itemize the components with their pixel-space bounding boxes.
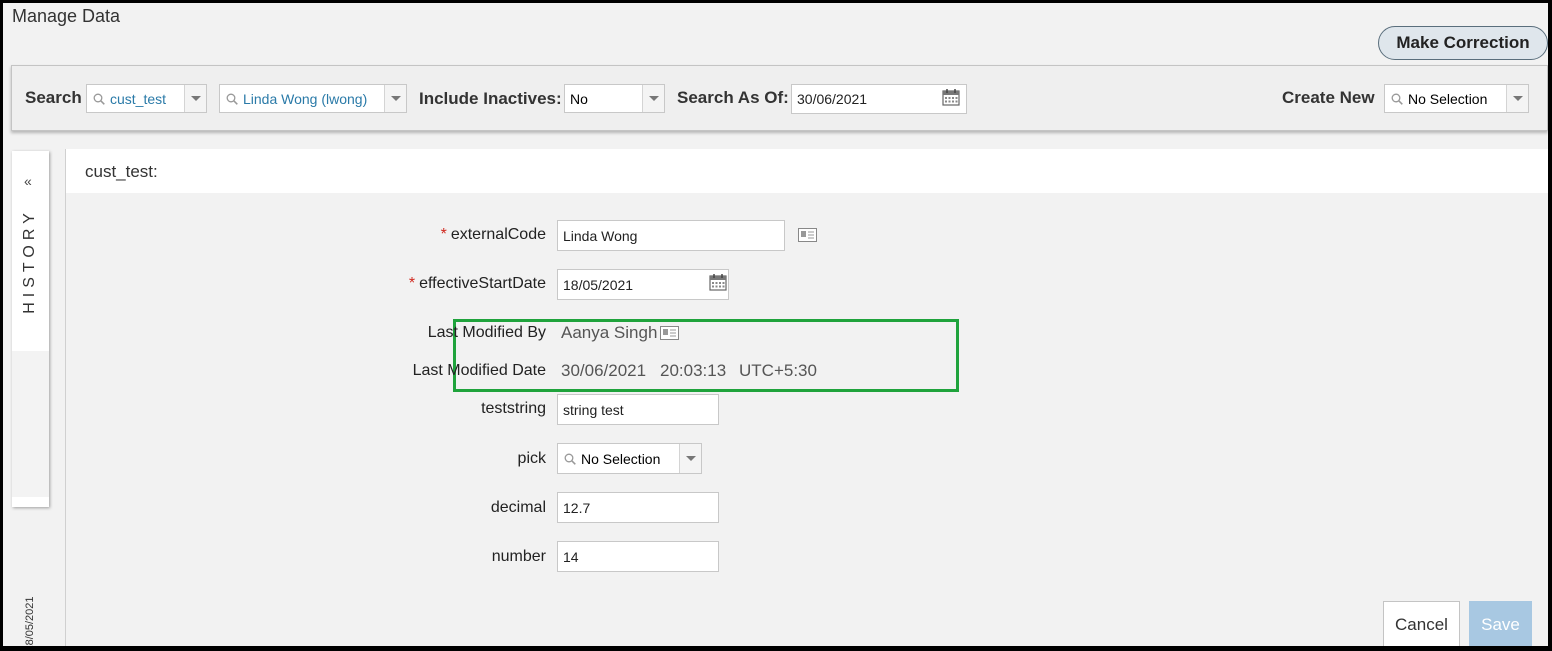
record-search-value: Linda Wong (lwong): [243, 90, 368, 107]
external-code-label: * externalCode: [246, 226, 546, 244]
history-label: HISTORY: [21, 208, 38, 314]
pick-select[interactable]: No Selection: [557, 443, 702, 474]
create-new-select[interactable]: No Selection: [1384, 84, 1529, 113]
object-title: cust_test:: [85, 162, 158, 181]
history-panel: « HISTORY 18/05/2021: [12, 151, 49, 646]
external-code-value: Linda Wong: [563, 227, 638, 244]
last-modified-date-timezone: UTC+5:30: [739, 361, 817, 380]
search-as-of-date-input[interactable]: 30/06/2021: [791, 84, 967, 114]
last-modified-date-date: 30/06/2021: [561, 361, 647, 380]
chevron-down-icon[interactable]: [679, 444, 701, 473]
effective-start-date-value: 18/05/2021: [563, 276, 634, 293]
search-icon: [226, 93, 238, 105]
number-label: number: [491, 548, 546, 565]
chevron-down-icon[interactable]: [184, 85, 206, 112]
effective-start-date-input[interactable]: 18/05/2021: [557, 269, 729, 300]
save-button[interactable]: Save: [1469, 601, 1532, 646]
record-header: cust_test:: [66, 149, 1548, 193]
last-modified-by-label: Last Modified By: [427, 324, 546, 341]
search-icon: [93, 93, 105, 105]
decimal-input[interactable]: 12.7: [557, 492, 719, 523]
object-search-combo[interactable]: cust_test: [86, 84, 207, 113]
effective-start-date-label-text: effectiveStartDate: [419, 275, 546, 292]
search-icon: [1391, 93, 1403, 105]
teststring-input[interactable]: string test: [557, 394, 719, 425]
history-entry-date: 18/05/2021: [24, 596, 36, 646]
create-new-label: Create New: [1282, 88, 1375, 107]
external-code-input[interactable]: Linda Wong: [557, 220, 785, 251]
search-as-of-label: Search As Of:: [677, 88, 789, 107]
record-detail: cust_test: * externalCode Linda Wong * eff…: [65, 149, 1548, 646]
last-modified-date-label: Last Modified Date: [412, 362, 546, 379]
business-card-icon[interactable]: [798, 228, 817, 242]
required-marker: *: [408, 275, 416, 292]
search-as-of-date-value: 30/06/2021: [797, 91, 868, 107]
decimal-label: decimal: [490, 499, 546, 516]
page-title: Manage Data: [12, 6, 121, 26]
search-bar: Search cust_test Linda Wong (lwong) Incl…: [11, 65, 1548, 131]
search-icon: [564, 453, 576, 465]
chevron-down-icon[interactable]: [1506, 85, 1528, 112]
pick-label: pick: [517, 450, 546, 467]
object-search-value: cust_test: [110, 90, 167, 107]
chevron-down-icon[interactable]: [642, 85, 664, 112]
cancel-button[interactable]: Cancel: [1383, 601, 1460, 646]
pick-value: No Selection: [581, 450, 661, 467]
teststring-label: teststring: [481, 400, 546, 417]
chevron-down-icon[interactable]: [384, 85, 406, 112]
app-frame: Manage Data Make Correction Search cust_…: [3, 3, 1548, 646]
history-toggle[interactable]: « HISTORY: [12, 151, 49, 351]
required-marker: *: [440, 226, 447, 243]
last-modified-by-value: Aanya Singh: [561, 323, 658, 342]
include-inactives-value: No: [570, 90, 588, 107]
include-inactives-label: Include Inactives:: [419, 89, 562, 108]
search-label: Search: [25, 88, 82, 107]
history-entry[interactable]: 18/05/2021: [12, 351, 49, 646]
calendar-icon[interactable]: [942, 88, 960, 106]
make-correction-button[interactable]: Make Correction: [1378, 26, 1548, 60]
calendar-icon[interactable]: [709, 273, 727, 291]
business-card-icon[interactable]: [660, 326, 679, 340]
effective-start-date-label: * effectiveStartDate: [246, 275, 546, 293]
last-modified-date-time: 20:03:13: [660, 361, 727, 380]
include-inactives-select[interactable]: No: [564, 84, 665, 113]
number-input[interactable]: 14: [557, 541, 719, 572]
number-value: 14: [563, 548, 579, 565]
create-new-value: No Selection: [1408, 90, 1488, 107]
collapse-chevron-icon[interactable]: «: [24, 173, 32, 189]
decimal-value: 12.7: [563, 499, 591, 516]
external-code-label-text: externalCode: [450, 226, 546, 243]
record-search-combo[interactable]: Linda Wong (lwong): [219, 84, 407, 113]
teststring-value: string test: [563, 401, 624, 418]
